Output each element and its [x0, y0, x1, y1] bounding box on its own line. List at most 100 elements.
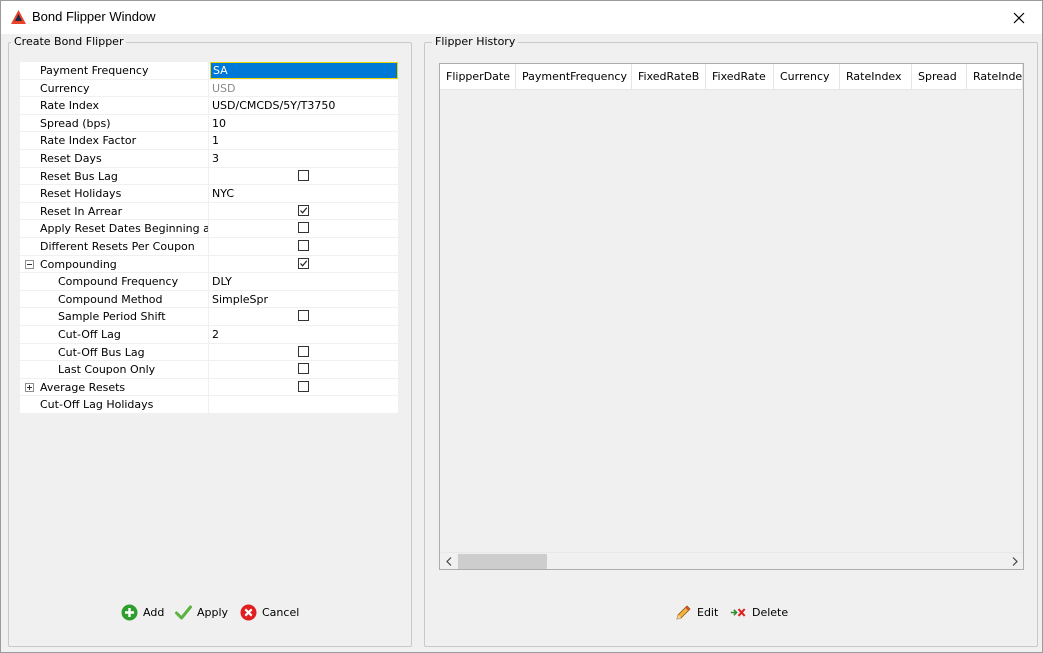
- property-row[interactable]: Average Resets: [20, 378, 398, 397]
- property-value[interactable]: NYC: [210, 185, 398, 202]
- column-header[interactable]: RateIndex: [967, 64, 1023, 89]
- checkmark-icon: [300, 207, 308, 214]
- property-row[interactable]: Cut-Off Bus Lag: [20, 343, 398, 362]
- property-label: Average Resets: [20, 378, 209, 396]
- property-label: Cut-Off Lag: [20, 325, 209, 343]
- property-value[interactable]: 1: [210, 132, 398, 149]
- checkbox-unchecked[interactable]: [298, 239, 309, 251]
- chevron-right-icon: [1012, 557, 1018, 566]
- close-button[interactable]: [996, 1, 1042, 34]
- property-value: USD: [212, 81, 236, 95]
- property-row[interactable]: Last Coupon Only: [20, 361, 398, 379]
- add-label: Add: [143, 606, 165, 619]
- property-label: Compound Method: [20, 290, 209, 308]
- property-row[interactable]: Sample Period Shift: [20, 308, 398, 326]
- property-value[interactable]: SimpleSpr: [210, 291, 398, 308]
- property-value[interactable]: USD/CMCDS/5Y/T3750: [210, 97, 398, 114]
- property-label: Compounding: [20, 255, 209, 273]
- property-row[interactable]: Payment Frequency SA: [20, 62, 398, 80]
- property-value[interactable]: 2: [210, 326, 398, 343]
- property-value[interactable]: SA: [210, 62, 398, 79]
- edit-button[interactable]: Edit: [675, 604, 718, 621]
- checkbox-unchecked[interactable]: [298, 380, 309, 392]
- property-label: Spread (bps): [20, 114, 209, 132]
- checkbox-unchecked[interactable]: [298, 222, 309, 234]
- checkmark-icon: [175, 605, 192, 620]
- flipper-history-table[interactable]: FlipperDate PaymentFrequency FixedRateB Fix…: [439, 63, 1024, 570]
- property-value[interactable]: [210, 238, 398, 255]
- column-header[interactable]: FlipperDate: [440, 64, 516, 89]
- column-header[interactable]: PaymentFrequency: [516, 64, 632, 89]
- property-value[interactable]: [210, 256, 398, 273]
- scroll-right-button[interactable]: [1006, 553, 1023, 570]
- property-row[interactable]: Rate Index Factor 1: [20, 132, 398, 150]
- app-logo-icon: [11, 10, 26, 24]
- property-value[interactable]: [210, 396, 398, 413]
- cancel-icon: [240, 604, 257, 621]
- property-row[interactable]: Reset Bus Lag: [20, 167, 398, 186]
- column-header[interactable]: Currency: [774, 64, 840, 89]
- column-header[interactable]: FixedRate: [706, 64, 774, 89]
- property-value[interactable]: [210, 220, 398, 237]
- apply-button[interactable]: Apply: [175, 604, 228, 621]
- checkbox-unchecked[interactable]: [298, 345, 309, 357]
- property-value[interactable]: [210, 344, 398, 361]
- column-header[interactable]: FixedRateB: [632, 64, 706, 89]
- property-label: Reset Days: [20, 149, 209, 167]
- horizontal-scrollbar[interactable]: [440, 552, 1023, 569]
- property-row[interactable]: Reset Holidays NYC: [20, 185, 398, 203]
- checkmark-icon: [300, 259, 308, 267]
- property-value[interactable]: 10: [210, 115, 398, 132]
- property-value[interactable]: [210, 168, 398, 185]
- apply-label: Apply: [197, 606, 229, 619]
- property-value[interactable]: [210, 308, 398, 325]
- delete-button[interactable]: Delete: [730, 604, 788, 621]
- property-row[interactable]: Reset Days 3: [20, 149, 398, 168]
- property-row[interactable]: Different Resets Per Coupon: [20, 237, 398, 256]
- property-row[interactable]: Compounding: [20, 255, 398, 274]
- property-row[interactable]: Compound Frequency DLY: [20, 273, 398, 291]
- property-row[interactable]: Currency USD: [20, 79, 398, 98]
- column-header[interactable]: Spread: [912, 64, 967, 89]
- property-row[interactable]: Cut-Off Lag Holidays: [20, 396, 398, 414]
- property-value[interactable]: [210, 203, 398, 220]
- property-row[interactable]: Compound Method SimpleSpr: [20, 290, 398, 309]
- checkbox-unchecked[interactable]: [298, 310, 309, 322]
- property-label: Cut-Off Lag Holidays: [20, 396, 209, 413]
- property-row[interactable]: Apply Reset Dates Beginning a...: [20, 220, 398, 238]
- title-bar: Bond Flipper Window: [1, 1, 1042, 34]
- property-label: Last Coupon Only: [20, 361, 209, 378]
- edit-label: Edit: [697, 606, 719, 619]
- property-label: Reset Holidays: [20, 185, 209, 202]
- property-grid: Payment Frequency SA Currency USD Rate Index…: [20, 62, 398, 414]
- checkbox-unchecked[interactable]: [298, 363, 309, 375]
- scroll-left-button[interactable]: [440, 553, 457, 570]
- cancel-button[interactable]: Cancel: [240, 604, 299, 621]
- bond-flipper-window: Bond Flipper Window Create Bond Flipper …: [0, 0, 1043, 653]
- property-value[interactable]: 3: [210, 150, 398, 167]
- property-label: Reset In Arrear: [20, 202, 209, 220]
- property-label: Cut-Off Bus Lag: [20, 343, 209, 361]
- column-header[interactable]: RateIndex: [840, 64, 912, 89]
- checkbox-checked[interactable]: [298, 204, 309, 216]
- create-bond-flipper-title: Create Bond Flipper: [11, 35, 127, 48]
- property-value[interactable]: DLY: [210, 273, 398, 290]
- property-label: Rate Index: [20, 97, 209, 114]
- window-title: Bond Flipper Window: [32, 9, 156, 24]
- close-icon: [1013, 12, 1025, 23]
- property-row[interactable]: Cut-Off Lag 2: [20, 325, 398, 344]
- property-value[interactable]: [210, 379, 398, 396]
- property-label: Rate Index Factor: [20, 132, 209, 149]
- property-label: Apply Reset Dates Beginning a...: [20, 220, 209, 237]
- property-row[interactable]: Reset In Arrear: [20, 202, 398, 221]
- checkbox-unchecked[interactable]: [298, 169, 309, 181]
- delete-label: Delete: [752, 606, 789, 619]
- property-value[interactable]: [210, 361, 398, 378]
- chevron-left-icon: [445, 557, 451, 566]
- checkbox-checked[interactable]: [298, 257, 309, 269]
- property-row[interactable]: Rate Index USD/CMCDS/5Y/T3750: [20, 97, 398, 115]
- pencil-icon: [676, 605, 691, 620]
- scrollbar-thumb[interactable]: [458, 554, 547, 569]
- property-row[interactable]: Spread (bps) 10: [20, 114, 398, 133]
- add-button[interactable]: Add: [121, 604, 164, 621]
